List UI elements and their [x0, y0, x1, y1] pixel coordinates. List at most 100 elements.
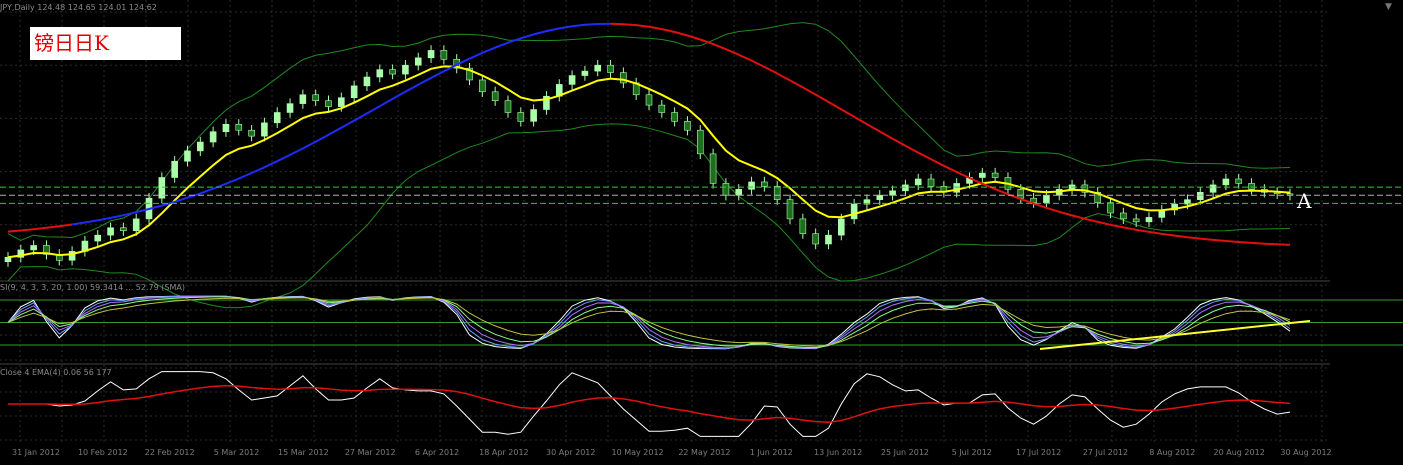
candle-body — [927, 178, 935, 187]
candle-body — [363, 76, 371, 87]
candle-body — [1043, 194, 1050, 203]
candle-body — [850, 203, 858, 220]
candle-body — [132, 218, 140, 232]
x-axis-tick-label: 25 Jun 2012 — [881, 448, 929, 457]
x-axis-tick-label: 6 Apr 2012 — [415, 448, 459, 457]
candle-body — [889, 190, 896, 196]
candle-body — [184, 150, 191, 162]
x-axis-tick-label: 27 Mar 2012 — [345, 448, 396, 457]
chart-canvas[interactable]: 31 Jan 2012 10 Feb 2012 22 Feb 2012 5 Mar 2… — [0, 0, 1403, 461]
candle-body — [761, 181, 768, 187]
candle-body — [1132, 218, 1140, 223]
oscillator-series-line — [7, 297, 1291, 347]
candle-body — [171, 160, 178, 178]
momentum-ema-line — [8, 384, 1291, 424]
candle-body — [658, 104, 666, 113]
candle-body — [338, 97, 345, 107]
oscillator-info: SI(9, 4, 3, 3, 20, 1.00) 59.3414 ... 52.… — [0, 283, 185, 292]
x-axis-tick-label: 31 Jan 2012 — [12, 448, 60, 457]
candle-body — [620, 72, 627, 84]
x-axis-tick-label: 22 Feb 2012 — [145, 448, 195, 457]
candle-body — [748, 181, 755, 190]
candle-body — [402, 64, 409, 75]
candle-body — [1017, 189, 1025, 199]
title-label-box: 镑日日K — [30, 27, 181, 60]
candle-body — [273, 112, 281, 124]
candle-body — [722, 183, 730, 196]
candle-body — [914, 178, 922, 186]
candle-body — [1145, 217, 1153, 223]
candle-body — [812, 233, 819, 245]
candle-body — [991, 172, 999, 178]
candle-body — [607, 64, 614, 73]
candle-body — [594, 64, 602, 72]
x-axis-tick-label: 15 Mar 2012 — [278, 448, 329, 457]
candle-body — [197, 141, 204, 152]
candle-body — [1222, 178, 1230, 186]
candle-body — [696, 129, 704, 155]
candle-body — [1196, 191, 1204, 200]
candle-body — [30, 245, 37, 251]
candle-body — [209, 131, 217, 143]
candle-body — [786, 199, 794, 220]
candle-body — [1235, 178, 1243, 184]
candle-body — [1120, 212, 1127, 220]
x-axis-tick-label: 8 Aug 2012 — [1149, 448, 1195, 457]
x-axis-tick-label: 18 Apr 2012 — [479, 448, 528, 457]
candle-body — [389, 69, 396, 75]
candle-body — [491, 91, 499, 101]
candle-body — [735, 189, 743, 196]
candle-body — [94, 234, 102, 242]
candle-body — [107, 227, 114, 236]
title-label: 镑日日K — [34, 31, 109, 55]
candle-body — [530, 109, 537, 122]
x-axis-tick-label: 20 Aug 2012 — [1214, 448, 1265, 457]
candle-body — [902, 184, 909, 192]
marker-label: A — [1297, 189, 1312, 213]
candle-body — [427, 50, 435, 59]
candle-body — [773, 186, 781, 200]
x-axis-tick-label: 22 May 2012 — [678, 448, 730, 457]
candle-body — [709, 153, 717, 184]
x-axis-tick-label: 17 Jul 2012 — [1016, 448, 1061, 457]
candle-body — [479, 79, 486, 93]
candle-body — [235, 124, 243, 131]
chart-window[interactable]: 31 Jan 2012 10 Feb 2012 22 Feb 2012 5 Mar 2… — [0, 0, 1403, 461]
candle-body — [581, 70, 589, 76]
candle-body — [837, 218, 845, 236]
candle-body — [248, 129, 255, 137]
price-info: JPY,Daily 124.48 124.65 124.01 124.62 — [0, 3, 157, 12]
candle-body — [979, 172, 986, 178]
candle-body — [568, 75, 576, 85]
candle-body — [671, 112, 678, 122]
candle-body — [504, 100, 512, 113]
x-axis-tick-label: 13 Jun 2012 — [814, 448, 862, 457]
candle-body — [517, 112, 525, 122]
candle-body — [414, 57, 422, 66]
x-axis-tick-label: 10 Feb 2012 — [78, 448, 128, 457]
candle-body — [299, 94, 307, 104]
candle-body — [286, 103, 294, 113]
x-axis-tick-label: 5 Mar 2012 — [214, 448, 260, 457]
candle-body — [312, 94, 319, 101]
candle-body — [825, 234, 832, 245]
x-axis-tick-label: 30 Apr 2012 — [546, 448, 595, 457]
x-axis-tick-label: 5 Jul 2012 — [952, 448, 992, 457]
candle-body — [799, 218, 807, 234]
candle-body — [350, 85, 358, 99]
x-axis-tick-label: 30 Aug 2012 — [1280, 448, 1331, 457]
candle-body — [1209, 184, 1217, 193]
candle-body — [876, 194, 884, 200]
candle-body — [645, 94, 653, 106]
candle-body — [376, 69, 384, 78]
candle-body — [261, 122, 268, 137]
candle-body — [1248, 183, 1255, 190]
x-axis-tick-label: 10 May 2012 — [611, 448, 663, 457]
candle-body — [684, 121, 691, 131]
candle-body — [120, 227, 127, 232]
candle-body — [1107, 202, 1114, 214]
scroll-down-icon[interactable]: ▼ — [1385, 2, 1392, 12]
x-axis-tick-label: 27 Jul 2012 — [1083, 448, 1128, 457]
candle-body — [440, 50, 448, 60]
candle-body — [325, 100, 332, 107]
